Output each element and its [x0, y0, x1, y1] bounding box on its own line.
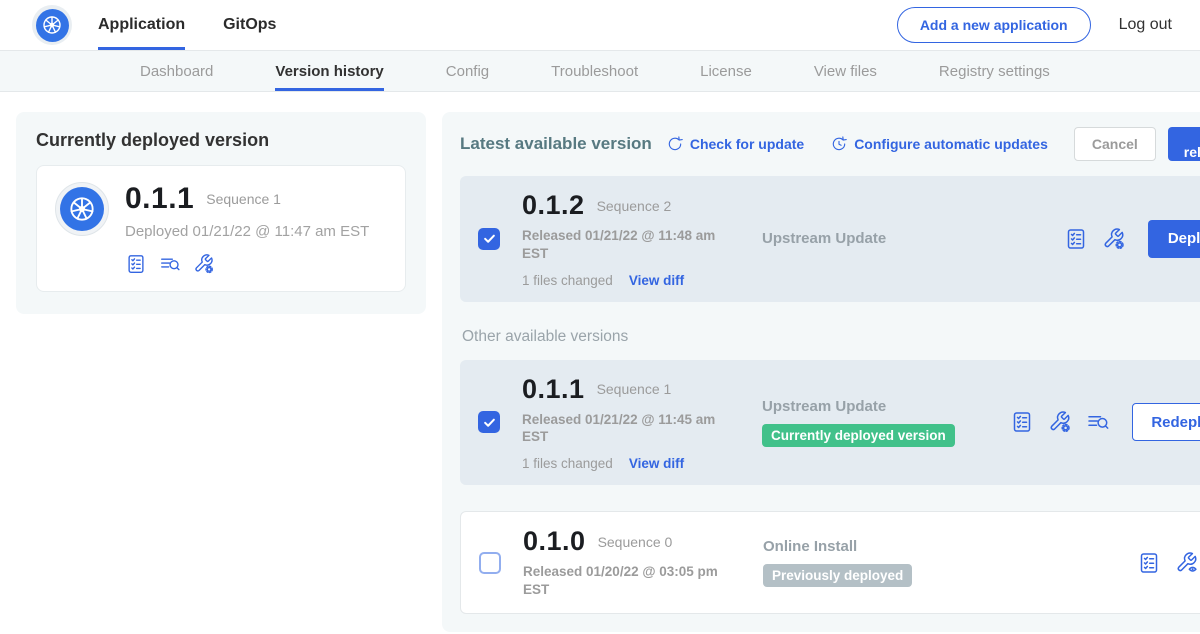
version-number: 0.1.2	[522, 190, 585, 221]
subtab-license[interactable]: License	[700, 51, 752, 91]
version-number: 0.1.0	[523, 526, 586, 557]
version-row-0.1.0: 0.1.0 Sequence 0 Released 01/20/22 @ 03:…	[460, 511, 1200, 614]
source-label: Upstream Update	[762, 230, 1064, 247]
redeploy-button[interactable]: Redeploy	[1132, 403, 1200, 441]
subtab-view-files[interactable]: View files	[814, 51, 877, 91]
version-info: 0.1.2 Sequence 2 Released 01/21/22 @ 11:…	[522, 190, 734, 288]
preflight-checklist-icon[interactable]	[1010, 410, 1034, 434]
config-wrench-gear-icon[interactable]	[193, 253, 215, 275]
version-row-0.1.1: 0.1.1 Sequence 1 Released 01/21/22 @ 11:…	[460, 360, 1200, 486]
subtab-registry-settings[interactable]: Registry settings	[939, 51, 1050, 91]
cancel-button[interactable]: Cancel	[1074, 127, 1156, 161]
subtab-config[interactable]: Config	[446, 51, 489, 91]
deploy-button[interactable]: Deploy	[1148, 220, 1200, 258]
sequence-label: Sequence 1	[597, 381, 672, 397]
kubernetes-helm-icon	[60, 187, 104, 231]
released-timestamp: Released 01/21/22 @ 11:45 am EST	[522, 411, 718, 447]
subtab-troubleshoot[interactable]: Troubleshoot	[551, 51, 638, 91]
sequence-label: Sequence 2	[597, 198, 672, 214]
version-row-0.1.2: 0.1.2 Sequence 2 Released 01/21/22 @ 11:…	[460, 176, 1200, 302]
preflight-checklist-icon[interactable]	[1137, 551, 1161, 575]
preflight-checklist-icon[interactable]	[125, 253, 147, 275]
version-info: 0.1.0 Sequence 0 Released 01/20/22 @ 03:…	[523, 526, 735, 599]
other-available-versions-heading: Other available versions	[462, 328, 1200, 346]
currently-deployed-heading: Currently deployed version	[36, 130, 406, 151]
subtab-dashboard[interactable]: Dashboard	[140, 51, 213, 91]
available-versions-panel: Latest available version Check for updat…	[442, 112, 1200, 632]
source-label: Online Install	[763, 538, 1137, 555]
source-label: Upstream Update	[762, 398, 1010, 415]
diff-releases-button[interactable]: Diff releases	[1168, 127, 1200, 161]
deployed-version-number: 0.1.1	[125, 182, 194, 216]
version-source: Upstream Update	[734, 230, 1064, 247]
configure-automatic-updates-link[interactable]: Configure automatic updates	[830, 135, 1048, 153]
preflight-checklist-icon[interactable]	[1064, 227, 1088, 251]
version-number: 0.1.1	[522, 374, 585, 405]
config-wrench-eye-icon[interactable]	[1175, 551, 1199, 575]
config-wrench-gear-icon[interactable]	[1048, 410, 1072, 434]
config-wrench-gear-icon[interactable]	[1102, 227, 1126, 251]
deploy-logs-magnifier-icon[interactable]	[1086, 410, 1110, 434]
check-for-update-label: Check for update	[690, 136, 804, 152]
refresh-icon	[666, 135, 684, 153]
files-changed-label: 1 files changed	[522, 273, 613, 288]
version-checkbox[interactable]	[478, 411, 500, 433]
tab-application[interactable]: Application	[98, 0, 185, 50]
add-new-application-button[interactable]: Add a new application	[897, 7, 1091, 43]
check-for-update-link[interactable]: Check for update	[666, 135, 804, 153]
currently-deployed-card: Currently deployed version 0.1.1 Sequenc…	[16, 112, 426, 314]
subtab-version-history[interactable]: Version history	[275, 51, 383, 91]
version-source: Online Install Previously deployed	[735, 538, 1137, 587]
top-navbar: Application GitOps Add a new application…	[0, 0, 1200, 50]
view-diff-link[interactable]: View diff	[629, 456, 684, 471]
version-source: Upstream Update Currently deployed versi…	[734, 398, 1010, 447]
deployed-version-details: 0.1.1 Sequence 1 Deployed 01/21/22 @ 11:…	[125, 182, 369, 275]
logout-link[interactable]: Log out	[1119, 16, 1172, 34]
files-changed-label: 1 files changed	[522, 456, 613, 471]
previously-deployed-badge: Previously deployed	[763, 564, 912, 587]
sequence-label: Sequence 0	[598, 534, 673, 550]
deployed-version-box: 0.1.1 Sequence 1 Deployed 01/21/22 @ 11:…	[36, 165, 406, 292]
version-actions: Deploy	[1064, 220, 1200, 258]
main-content: Currently deployed version 0.1.1 Sequenc…	[0, 92, 1200, 634]
version-checkbox[interactable]	[478, 228, 500, 250]
scheduled-update-icon	[830, 135, 848, 153]
app-icon-ring	[55, 182, 109, 236]
app-subnav: Dashboard Version history Config Trouble…	[0, 50, 1200, 92]
panel-header: Latest available version Check for updat…	[460, 126, 1200, 162]
configure-automatic-updates-label: Configure automatic updates	[854, 136, 1048, 152]
version-checkbox[interactable]	[479, 552, 501, 574]
deployed-timestamp: Deployed 01/21/22 @ 11:47 am EST	[125, 223, 369, 240]
kubernetes-helm-icon	[36, 9, 69, 42]
deployed-sequence-label: Sequence 1	[206, 191, 281, 207]
version-actions: Redeploy	[1010, 403, 1200, 441]
app-logo	[32, 5, 72, 45]
view-diff-link[interactable]: View diff	[629, 273, 684, 288]
tab-gitops[interactable]: GitOps	[223, 0, 276, 50]
latest-available-heading: Latest available version	[460, 134, 652, 154]
version-actions	[1137, 551, 1200, 575]
version-info: 0.1.1 Sequence 1 Released 01/21/22 @ 11:…	[522, 374, 734, 472]
released-timestamp: Released 01/21/22 @ 11:48 am EST	[522, 227, 718, 263]
currently-deployed-badge: Currently deployed version	[762, 424, 955, 447]
released-timestamp: Released 01/20/22 @ 03:05 pm EST	[523, 563, 719, 599]
deploy-logs-magnifier-icon[interactable]	[159, 253, 181, 275]
